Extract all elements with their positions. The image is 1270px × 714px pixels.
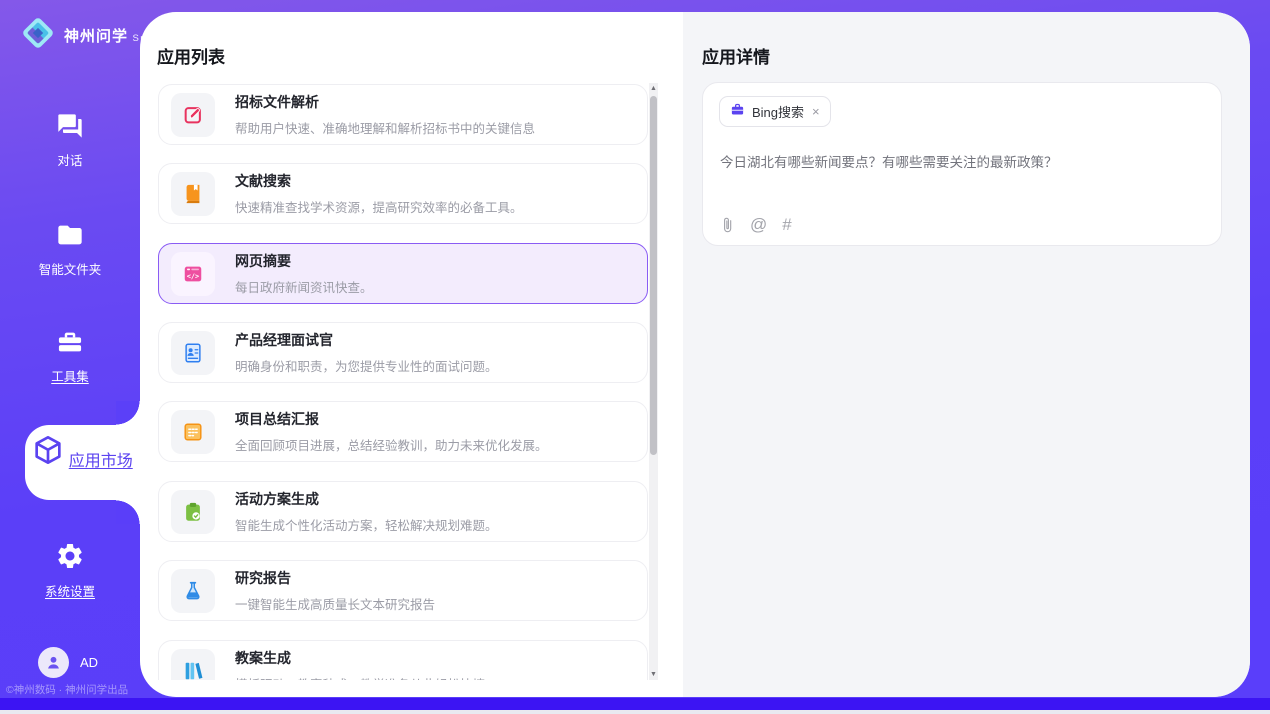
sidebar-item-settings[interactable]: 系统设置 xyxy=(0,541,140,600)
app-list-scrollbar[interactable]: ▲ ▼ xyxy=(649,83,658,680)
app-description: 快速精准查找学术资源，提高研究效率的必备工具。 xyxy=(235,197,523,216)
app-name: 招标文件解析 xyxy=(235,92,535,112)
attachment-toolbar: @ # xyxy=(719,215,807,235)
close-icon[interactable]: × xyxy=(812,104,820,119)
paperclip-icon[interactable] xyxy=(719,215,736,235)
brand-diamond-logo-icon xyxy=(18,13,58,58)
sidebar-item-label: 对话 xyxy=(0,150,140,169)
app-card-research-report[interactable]: 研究报告 一键智能生成高质量长文本研究报告 xyxy=(158,560,648,621)
app-card-literature-search[interactable]: 文献搜索 快速精准查找学术资源，提高研究效率的必备工具。 xyxy=(158,163,648,224)
user-initials: AD xyxy=(80,655,98,670)
sidebar-item-chat[interactable]: 对话 xyxy=(0,112,140,169)
app-name: 网页摘要 xyxy=(235,251,373,271)
app-name: 文献搜索 xyxy=(235,171,523,191)
footer-accent-bar xyxy=(0,698,1270,710)
svg-text:</>: </> xyxy=(187,272,199,280)
app-description: 每日政府新闻资讯快查。 xyxy=(235,277,373,296)
scroll-up-icon[interactable]: ▲ xyxy=(649,83,658,94)
app-card-project-summary[interactable]: 项目总结汇报 全面回顾项目进展，总结经验教训，助力未来优化发展。 xyxy=(158,401,648,462)
app-description: 一键智能生成高质量长文本研究报告 xyxy=(235,594,435,613)
cube-icon xyxy=(32,453,68,470)
app-card-pm-interviewer[interactable]: 产品经理面试官 明确身份和职责，为您提供专业性的面试问题。 xyxy=(158,322,648,383)
app-name: 产品经理面试官 xyxy=(235,330,498,350)
app-list-title: 应用列表 xyxy=(157,43,225,68)
app-name: 教案生成 xyxy=(235,648,485,668)
sidebar-item-label: 智能文件夹 xyxy=(0,259,140,278)
tool-chip-bing-search[interactable]: Bing搜索 × xyxy=(719,96,831,127)
app-description: 明确身份和职责，为您提供专业性的面试问题。 xyxy=(235,356,498,375)
sidebar-item-app-market[interactable]: 应用市场 xyxy=(25,425,140,500)
hash-icon[interactable]: # xyxy=(782,215,791,235)
app-name: 项目总结汇报 xyxy=(235,409,548,429)
folder-icon xyxy=(56,236,84,253)
app-detail-title: 应用详情 xyxy=(702,43,770,68)
tool-chip-label: Bing搜索 xyxy=(752,102,804,121)
prompt-input[interactable]: 今日湖北有哪些新闻要点？有哪些需要关注的最新政策？ xyxy=(720,151,1200,171)
toolbox-icon xyxy=(56,343,84,360)
main-content: 应用列表 招标文件解析 帮助用户快速、准确地理解和解析招标书中的关键信息 xyxy=(140,12,1250,697)
app-card-lesson-plan[interactable]: 教案生成 模板驱动，教案秒成，教学准备从此轻松快捷 xyxy=(158,640,648,680)
app-detail-panel: 应用详情 Bing搜索 × 今日湖北有哪些新闻要点？有哪些需要关注的最新政策？ xyxy=(683,12,1250,697)
chat-icon xyxy=(56,127,84,144)
book-icon xyxy=(171,172,215,216)
app-card-bid-parsing[interactable]: 招标文件解析 帮助用户快速、准确地理解和解析招标书中的关键信息 xyxy=(158,84,648,145)
brand-name: 神州问学 xyxy=(64,28,128,45)
app-list: 招标文件解析 帮助用户快速、准确地理解和解析招标书中的关键信息 文献搜索 快速精… xyxy=(158,72,648,680)
sidebar-item-toolset[interactable]: 工具集 xyxy=(0,328,140,385)
mention-icon[interactable]: @ xyxy=(750,215,767,235)
app-description: 模板驱动，教案秒成，教学准备从此轻松快捷 xyxy=(235,674,485,680)
active-tab-fillet-top xyxy=(116,401,140,425)
app-name: 研究报告 xyxy=(235,568,435,588)
note-icon xyxy=(171,410,215,454)
books-icon xyxy=(171,649,215,681)
footer-edge-strip xyxy=(0,710,1270,714)
app-description: 全面回顾项目进展，总结经验教训，助力未来优化发展。 xyxy=(235,435,548,454)
app-name: 活动方案生成 xyxy=(235,489,498,509)
app-window: 神州问学 Smart Vision 对话 智能文件夹 工具集 xyxy=(0,0,1270,714)
user-account[interactable]: AD xyxy=(38,647,98,678)
copyright-text: ©神州数码 · 神州问学出品 xyxy=(6,682,166,697)
app-card-web-summary-selected[interactable]: </> 网页摘要 每日政府新闻资讯快查。 xyxy=(158,243,648,304)
sidebar-item-label: 系统设置 xyxy=(0,581,140,600)
sidebar-item-smart-folder[interactable]: 智能文件夹 xyxy=(0,221,140,278)
interview-doc-icon xyxy=(171,331,215,375)
clipboard-check-icon xyxy=(171,490,215,534)
app-card-event-plan[interactable]: 活动方案生成 智能生成个性化活动方案，轻松解决规划难题。 xyxy=(158,481,648,542)
web-code-icon: </> xyxy=(171,252,215,296)
sidebar-item-label: 工具集 xyxy=(0,366,140,385)
flask-icon xyxy=(171,569,215,613)
scroll-down-icon[interactable]: ▼ xyxy=(649,669,658,680)
app-description: 帮助用户快速、准确地理解和解析招标书中的关键信息 xyxy=(235,118,535,137)
app-description: 智能生成个性化活动方案，轻松解决规划难题。 xyxy=(235,515,498,534)
edit-document-icon xyxy=(171,93,215,137)
scrollbar-thumb[interactable] xyxy=(650,96,657,455)
prompt-card: Bing搜索 × 今日湖北有哪些新闻要点？有哪些需要关注的最新政策？ @ # xyxy=(702,82,1222,246)
sidebar-item-label: 应用市场 xyxy=(69,453,133,470)
active-tab-fillet-bottom xyxy=(116,500,140,524)
gear-icon xyxy=(55,558,85,575)
avatar xyxy=(38,647,69,678)
briefcase-icon xyxy=(730,102,745,122)
